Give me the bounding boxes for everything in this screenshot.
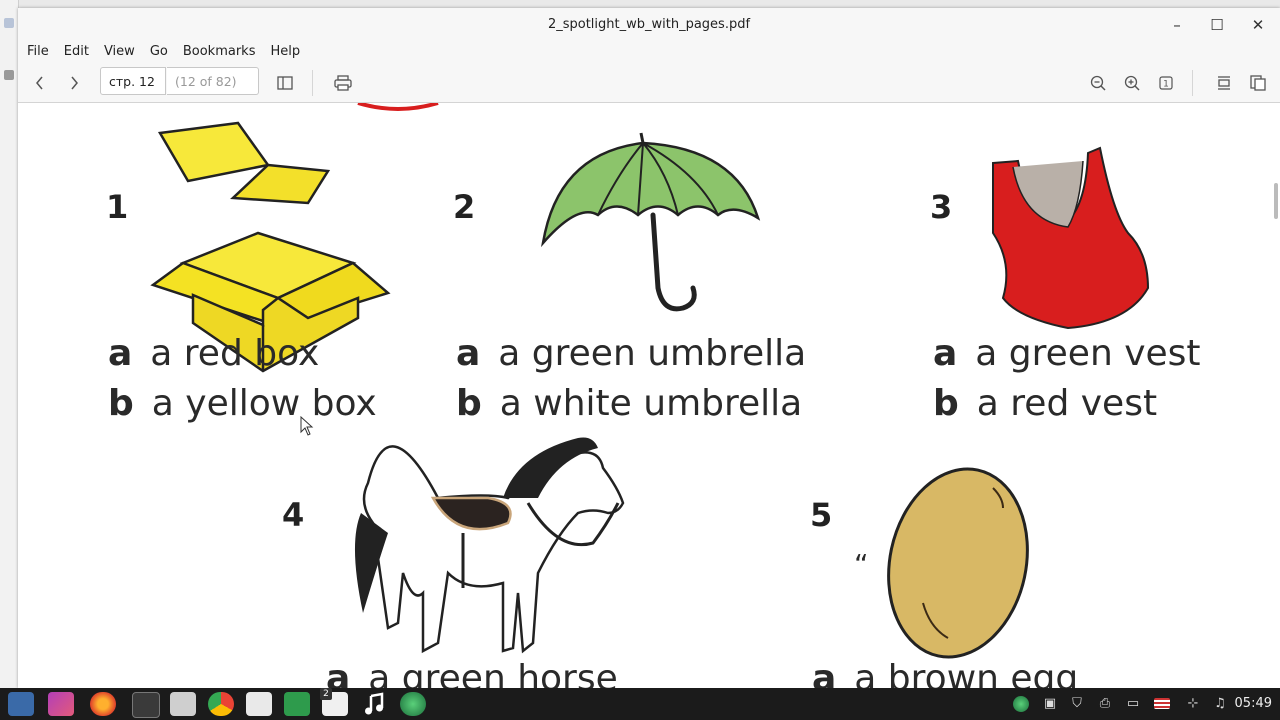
option-letter-b: b <box>108 383 134 424</box>
menu-file[interactable]: File <box>18 42 55 59</box>
window-title: 2_spotlight_wb_with_pages.pdf <box>547 17 751 32</box>
pdf-viewer-window: 2_spotlight_wb_with_pages.pdf – ☐ ✕ File… <box>18 8 1280 688</box>
option-letter-b: b <box>456 383 482 424</box>
option-text: a green horse <box>368 658 618 688</box>
chevron-right-icon <box>71 76 78 90</box>
actual-size-icon: 1 <box>1159 76 1173 90</box>
menu-go[interactable]: Go <box>141 42 174 59</box>
menu-bar: File Edit View Go Bookmarks Help <box>18 42 1280 64</box>
sidebar-icon <box>277 76 293 90</box>
tray-globe-icon[interactable] <box>1013 696 1029 712</box>
option-letter-a: a <box>108 333 133 374</box>
toolbar-separator <box>312 70 313 96</box>
menu-help[interactable]: Help <box>261 42 306 59</box>
item-number-5: 5 <box>810 496 833 534</box>
minimize-button[interactable]: – <box>1163 14 1191 36</box>
option-text: a white umbrella <box>499 383 803 424</box>
page-number-input[interactable]: стр. 12 <box>100 67 166 95</box>
page-mode-button[interactable] <box>1246 72 1270 94</box>
page-count-label: (12 of 82) <box>167 67 259 95</box>
previous-page-button[interactable] <box>28 72 52 94</box>
red-arc-fragment <box>357 103 439 111</box>
shield-icon[interactable]: ⛉ <box>1069 696 1085 712</box>
option-2a[interactable]: a a green umbrella <box>456 333 806 374</box>
display-icon[interactable]: ▭ <box>1125 696 1141 712</box>
printer-icon <box>334 75 352 91</box>
keyboard-layout-flag-icon[interactable] <box>1154 698 1170 709</box>
volume-music-icon[interactable]: ♫ <box>1212 696 1228 712</box>
green-umbrella-illustration <box>541 132 761 312</box>
red-vest-illustration <box>992 146 1150 330</box>
item-number-2: 2 <box>453 188 476 226</box>
menu-bookmarks[interactable]: Bookmarks <box>174 42 262 59</box>
spreadsheet-icon[interactable] <box>284 692 310 716</box>
desktop-icon <box>4 70 14 80</box>
option-5a[interactable]: a a brown egg <box>812 658 1078 688</box>
close-button[interactable]: ✕ <box>1244 14 1272 36</box>
scroll-mode-button[interactable] <box>1212 72 1236 94</box>
network-icon[interactable]: ⊹ <box>1185 696 1201 712</box>
option-text: a red box <box>150 333 320 374</box>
option-3a[interactable]: a a green vest <box>933 333 1201 374</box>
document-page[interactable]: 1 2 3 4 5 a a red box b a yellow box a a gr… <box>18 103 1280 688</box>
printer-tray-icon[interactable]: ⎙ <box>1097 696 1113 712</box>
globe-app-icon[interactable] <box>400 692 426 716</box>
music-player-icon[interactable] <box>362 692 388 716</box>
option-4a[interactable]: a a green horse <box>326 658 618 688</box>
clipboard-icon[interactable]: ▣ <box>1042 696 1058 712</box>
option-text: a green vest <box>975 333 1201 374</box>
option-text: a red vest <box>976 383 1158 424</box>
original-size-button[interactable]: 1 <box>1154 72 1178 94</box>
terminal-icon[interactable] <box>132 692 160 718</box>
option-letter-a: a <box>933 333 958 374</box>
option-text: a yellow box <box>151 383 377 424</box>
svg-text:1: 1 <box>1163 80 1169 90</box>
option-letter-a: a <box>456 333 481 374</box>
next-page-button[interactable] <box>62 72 86 94</box>
option-letter-b: b <box>933 383 959 424</box>
apps-menu-icon[interactable] <box>8 692 34 716</box>
window-count-badge: 2 <box>320 688 332 700</box>
option-3b[interactable]: b a red vest <box>933 383 1157 424</box>
desktop-left-strip <box>0 0 19 688</box>
zoom-in-icon <box>1124 75 1140 91</box>
option-text: a brown egg <box>854 658 1079 688</box>
clock[interactable]: 05:49 <box>1235 696 1272 711</box>
option-text: a green umbrella <box>498 333 807 374</box>
dual-page-icon <box>1250 75 1266 91</box>
mouse-cursor-icon <box>300 416 314 436</box>
files-icon[interactable] <box>170 692 196 716</box>
item-number-1: 1 <box>106 188 129 226</box>
zoom-out-button[interactable] <box>1086 72 1110 94</box>
option-1a[interactable]: a a red box <box>108 333 319 374</box>
option-letter-a: a <box>812 658 837 688</box>
maximize-button[interactable]: ☐ <box>1203 14 1231 36</box>
toolbar-separator <box>1192 70 1193 96</box>
zoom-out-icon <box>1090 75 1106 91</box>
continuous-scroll-icon <box>1218 76 1230 90</box>
option-letter-a: a <box>326 658 351 688</box>
launcher-icon[interactable] <box>48 692 74 716</box>
item-number-4: 4 <box>282 496 305 534</box>
menu-view[interactable]: View <box>95 42 141 59</box>
option-2b[interactable]: b a white umbrella <box>456 383 802 424</box>
toolbar: стр. 12 (12 of 82) 1 <box>18 64 1280 103</box>
item-number-3: 3 <box>930 188 953 226</box>
scrollbar-thumb[interactable] <box>1274 183 1278 219</box>
taskbar: 2 ▣ ⛉ ⎙ ▭ ⊹ ♫ 05:49 <box>0 688 1280 720</box>
firefox-icon[interactable] <box>90 692 116 716</box>
sidebar-toggle-button[interactable] <box>273 72 297 94</box>
chevron-left-icon <box>36 76 43 90</box>
title-bar[interactable]: 2_spotlight_wb_with_pages.pdf – ☐ ✕ <box>18 8 1280 42</box>
book-reader-icon[interactable] <box>246 692 272 716</box>
option-1b[interactable]: b a yellow box <box>108 383 377 424</box>
horse-illustration <box>354 437 625 654</box>
zoom-in-button[interactable] <box>1120 72 1144 94</box>
brown-egg-illustration <box>887 467 1029 659</box>
quote-mark: “ <box>854 548 869 581</box>
chrome-icon[interactable] <box>208 692 234 716</box>
menu-edit[interactable]: Edit <box>55 42 95 59</box>
desktop-icon <box>4 18 14 28</box>
print-button[interactable] <box>331 72 355 94</box>
